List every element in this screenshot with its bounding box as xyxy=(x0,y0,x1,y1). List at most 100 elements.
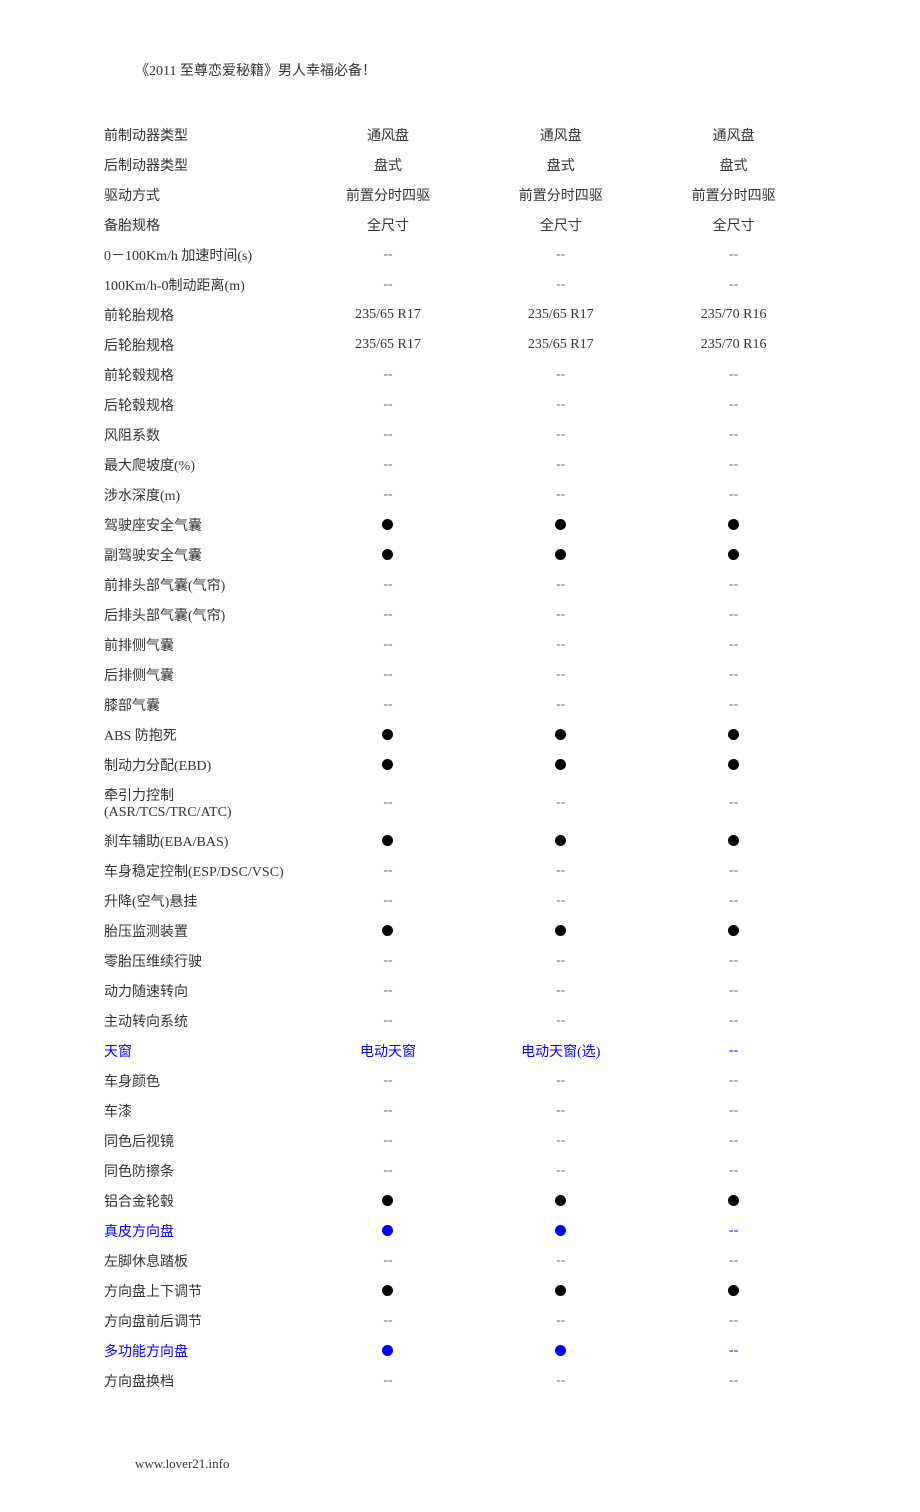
spec-value: 电动天窗 xyxy=(302,1036,475,1066)
dash-icon: -- xyxy=(383,1373,392,1388)
dash-icon: -- xyxy=(556,983,565,998)
filled-dot-icon xyxy=(382,729,393,740)
dash-icon: -- xyxy=(729,367,738,382)
spec-value: -- xyxy=(474,976,647,1006)
filled-dot-icon xyxy=(382,1345,393,1356)
spec-value: -- xyxy=(474,480,647,510)
spec-value: -- xyxy=(302,420,475,450)
dash-icon: -- xyxy=(729,1103,738,1118)
spec-value xyxy=(647,720,820,750)
table-row: 风阻系数------ xyxy=(100,420,820,450)
filled-dot-icon xyxy=(728,759,739,770)
spec-value: -- xyxy=(647,420,820,450)
dash-icon: -- xyxy=(383,1313,392,1328)
spec-value: -- xyxy=(302,240,475,270)
spec-value: -- xyxy=(302,660,475,690)
spec-value: -- xyxy=(474,856,647,886)
spec-value: -- xyxy=(302,450,475,480)
dash-icon: -- xyxy=(556,1163,565,1178)
spec-value: -- xyxy=(302,600,475,630)
table-row: 前轮毂规格------ xyxy=(100,360,820,390)
spec-value: -- xyxy=(647,390,820,420)
spec-value: 全尺寸 xyxy=(474,210,647,240)
table-row: 动力随速转向------ xyxy=(100,976,820,1006)
dash-icon: -- xyxy=(729,577,738,592)
dash-icon: -- xyxy=(383,457,392,472)
dash-icon: -- xyxy=(556,1013,565,1028)
spec-label: 后轮胎规格 xyxy=(100,330,302,360)
spec-label: 车身稳定控制(ESP/DSC/VSC) xyxy=(100,856,302,886)
spec-label: 后轮毂规格 xyxy=(100,390,302,420)
spec-value xyxy=(474,826,647,856)
table-row: 铝合金轮毂 xyxy=(100,1186,820,1216)
filled-dot-icon xyxy=(555,835,566,846)
dash-icon: -- xyxy=(729,1253,738,1268)
spec-value: -- xyxy=(647,1246,820,1276)
dash-icon: -- xyxy=(729,1223,738,1238)
spec-value xyxy=(302,1336,475,1366)
spec-value xyxy=(647,826,820,856)
dash-icon: -- xyxy=(729,1373,738,1388)
dash-icon: -- xyxy=(383,577,392,592)
spec-value: -- xyxy=(302,690,475,720)
spec-value: -- xyxy=(474,630,647,660)
table-row: 刹车辅助(EBA/BAS) xyxy=(100,826,820,856)
table-row: 牵引力控制(ASR/TCS/TRC/ATC)------ xyxy=(100,780,820,826)
spec-label: 同色后视镜 xyxy=(100,1126,302,1156)
spec-value xyxy=(302,1216,475,1246)
spec-value: -- xyxy=(302,976,475,1006)
table-row: 后排侧气囊------ xyxy=(100,660,820,690)
spec-value: 盘式 xyxy=(302,150,475,180)
dash-icon: -- xyxy=(729,863,738,878)
dash-icon: -- xyxy=(729,1073,738,1088)
spec-value: -- xyxy=(474,600,647,630)
spec-label: 方向盘前后调节 xyxy=(100,1306,302,1336)
table-row: 天窗电动天窗电动天窗(选)-- xyxy=(100,1036,820,1066)
table-row: 备胎规格全尺寸全尺寸全尺寸 xyxy=(100,210,820,240)
dash-icon: -- xyxy=(556,577,565,592)
dash-icon: -- xyxy=(556,1253,565,1268)
dash-icon: -- xyxy=(383,1013,392,1028)
spec-label: 驱动方式 xyxy=(100,180,302,210)
spec-label: 天窗 xyxy=(100,1036,302,1066)
dash-icon: -- xyxy=(383,397,392,412)
table-row: 胎压监测装置 xyxy=(100,916,820,946)
spec-label: 最大爬坡度(%) xyxy=(100,450,302,480)
dash-icon: -- xyxy=(383,427,392,442)
dash-icon: -- xyxy=(556,1103,565,1118)
spec-value: -- xyxy=(647,1336,820,1366)
filled-dot-icon xyxy=(728,519,739,530)
spec-value: -- xyxy=(302,886,475,916)
dash-icon: -- xyxy=(556,1313,565,1328)
spec-label: 膝部气囊 xyxy=(100,690,302,720)
spec-value: -- xyxy=(302,856,475,886)
filled-dot-icon xyxy=(728,549,739,560)
filled-dot-icon xyxy=(382,519,393,530)
dash-icon: -- xyxy=(556,863,565,878)
table-row: 车漆------ xyxy=(100,1096,820,1126)
spec-value: -- xyxy=(302,946,475,976)
dash-icon: -- xyxy=(729,983,738,998)
filled-dot-icon xyxy=(728,729,739,740)
dash-icon: -- xyxy=(556,607,565,622)
spec-value: -- xyxy=(474,1246,647,1276)
dash-icon: -- xyxy=(729,607,738,622)
spec-value: -- xyxy=(302,480,475,510)
spec-value xyxy=(474,916,647,946)
spec-value: -- xyxy=(474,886,647,916)
spec-label: 驾驶座安全气囊 xyxy=(100,510,302,540)
spec-value xyxy=(302,720,475,750)
spec-value: -- xyxy=(474,1126,647,1156)
spec-value xyxy=(474,720,647,750)
spec-value: -- xyxy=(302,780,475,826)
spec-value xyxy=(474,1336,647,1366)
dash-icon: -- xyxy=(383,795,392,810)
table-row: 前制动器类型通风盘通风盘通风盘 xyxy=(100,120,820,150)
dash-icon: -- xyxy=(729,1133,738,1148)
spec-label: 升降(空气)悬挂 xyxy=(100,886,302,916)
spec-value: 全尺寸 xyxy=(302,210,475,240)
spec-label: 风阻系数 xyxy=(100,420,302,450)
dash-icon: -- xyxy=(729,1343,738,1358)
table-row: 0－100Km/h 加速时间(s)------ xyxy=(100,240,820,270)
dash-icon: -- xyxy=(729,277,738,292)
